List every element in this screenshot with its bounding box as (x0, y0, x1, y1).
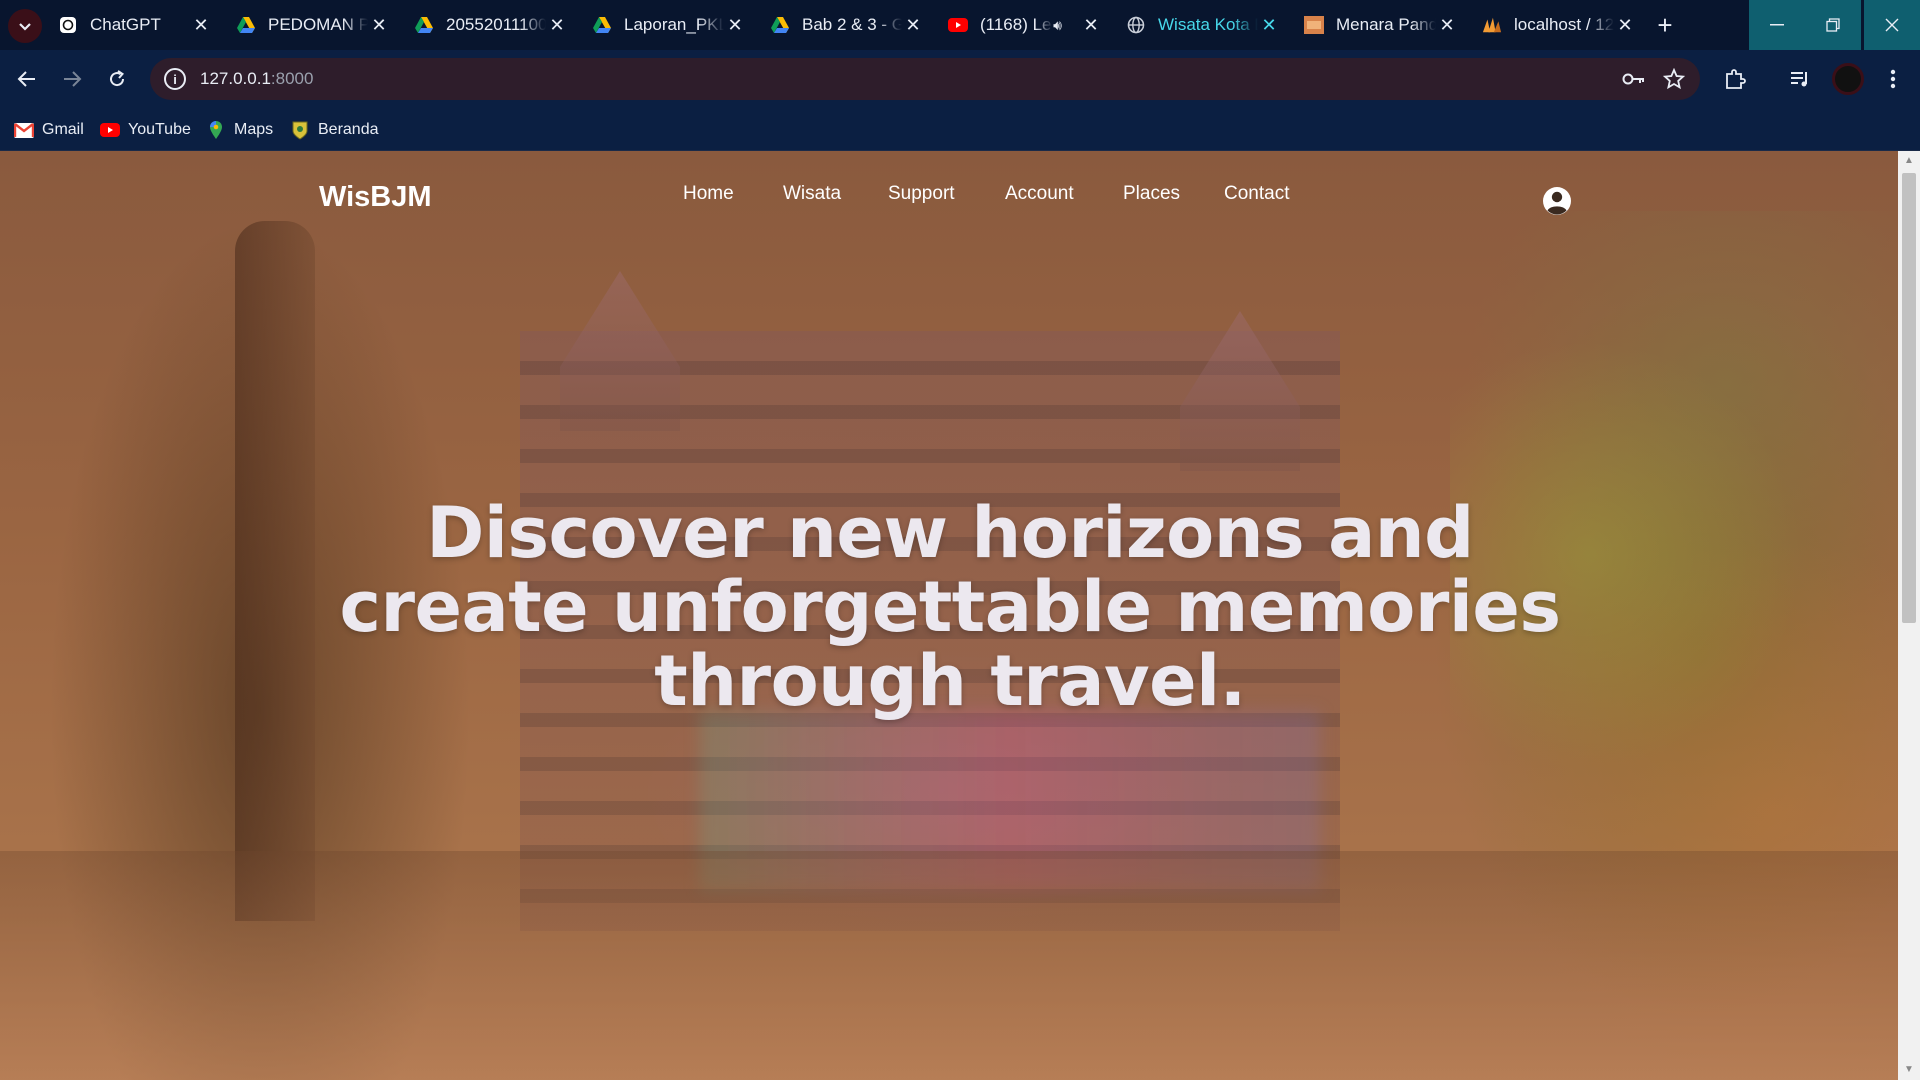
back-button[interactable] (10, 62, 44, 96)
page-scrollbar[interactable]: ▲ ▼ (1898, 151, 1920, 1080)
reload-icon (110, 70, 125, 87)
tab-wisata[interactable]: Wisata Kota E ✕ (1112, 6, 1290, 44)
close-icon[interactable]: ✕ (1436, 14, 1458, 36)
tab-drive-file[interactable]: 20552011100 ✕ (400, 6, 578, 44)
profile-avatar[interactable] (1832, 63, 1864, 95)
new-tab-button[interactable]: + (1650, 10, 1680, 40)
close-icon[interactable]: ✕ (190, 14, 212, 36)
tab-title: Wisata Kota E (1158, 15, 1258, 34)
restore-button[interactable] (1805, 0, 1861, 50)
site-info-icon[interactable]: i (164, 68, 186, 90)
site-logo[interactable]: WisBJM (319, 181, 432, 214)
tab-title: PEDOMAN PI (268, 15, 368, 34)
bookmark-label: Beranda (318, 121, 379, 138)
nav-account[interactable]: Account (1005, 183, 1074, 205)
tab-title: (1168) Le (980, 15, 1052, 34)
more-vertical-icon (1890, 69, 1896, 89)
url-port: :8000 (270, 69, 314, 88)
bookmark-maps[interactable]: Maps (206, 118, 273, 142)
close-icon (1885, 18, 1899, 32)
tab-bab[interactable]: Bab 2 & 3 - G ✕ (756, 6, 934, 44)
tab-youtube[interactable]: (1168) Le 🔊︎ ✕ (934, 6, 1112, 44)
close-window-button[interactable] (1864, 0, 1920, 50)
tab-search-button[interactable] (8, 9, 42, 43)
forward-button[interactable] (55, 62, 89, 96)
bookmark-star-icon[interactable] (1662, 67, 1686, 91)
arrow-right-icon (64, 71, 82, 87)
beranda-icon (290, 121, 310, 140)
bookmarks-bar: Gmail YouTube Maps Beranda (0, 108, 1920, 151)
page-viewport: WisBJM Home Wisata Support Account Place… (0, 151, 1898, 1080)
hero-bg-river (0, 851, 1898, 1080)
scroll-up-arrow-icon[interactable]: ▲ (1898, 155, 1920, 167)
close-icon[interactable]: ✕ (1080, 14, 1102, 36)
close-icon[interactable]: ✕ (368, 14, 390, 36)
address-url[interactable]: 127.0.0.1:8000 (200, 69, 313, 89)
nav-support[interactable]: Support (888, 183, 955, 205)
reload-button[interactable] (100, 62, 134, 96)
address-bar[interactable]: i 127.0.0.1:8000 (150, 58, 1700, 100)
close-icon[interactable]: ✕ (1614, 14, 1636, 36)
bookmark-gmail[interactable]: Gmail (14, 118, 84, 142)
minimize-button[interactable] (1749, 0, 1805, 50)
tab-title: 20552011100 (446, 15, 546, 34)
tab-title: Menara Pand (1336, 15, 1436, 34)
password-key-icon[interactable] (1622, 67, 1646, 91)
scrollbar-thumb[interactable] (1902, 173, 1916, 623)
tab-strip: ChatGPT ✕ PEDOMAN PI ✕ 20552011100 ✕ Lap… (0, 0, 1920, 50)
google-drive-icon (414, 15, 434, 35)
playlist-icon (1791, 72, 1807, 87)
puzzle-icon (1726, 69, 1746, 89)
globe-icon (1126, 15, 1146, 35)
google-drive-icon (592, 15, 612, 35)
nav-home[interactable]: Home (683, 183, 734, 205)
bookmark-beranda[interactable]: Beranda (290, 118, 379, 142)
chatgpt-icon (58, 15, 78, 35)
url-host: 127.0.0.1 (200, 69, 271, 88)
close-icon[interactable]: ✕ (546, 14, 568, 36)
nav-contact[interactable]: Contact (1224, 183, 1289, 205)
nav-places[interactable]: Places (1123, 183, 1180, 205)
user-circle-icon[interactable] (1542, 186, 1572, 216)
google-drive-icon (236, 15, 256, 35)
tab-title: Bab 2 & 3 - G (802, 15, 902, 34)
bookmark-label: Gmail (42, 121, 84, 138)
maps-icon (206, 121, 226, 139)
browser-menu-button[interactable] (1876, 62, 1910, 96)
extensions-button[interactable] (1718, 62, 1752, 96)
tab-localhost[interactable]: localhost / 12 ✕ (1468, 6, 1646, 44)
restore-icon (1826, 18, 1840, 32)
tab-chatgpt[interactable]: ChatGPT ✕ (44, 6, 222, 44)
bookmark-youtube[interactable]: YouTube (100, 118, 191, 142)
tab-pedoman[interactable]: PEDOMAN PI ✕ (222, 6, 400, 44)
arrow-left-icon (17, 71, 35, 87)
tab-title: Laporan_PKL (624, 15, 724, 34)
close-icon[interactable]: ✕ (902, 14, 924, 36)
youtube-icon (100, 121, 120, 139)
hero-title: Discover new horizons and create unforge… (339, 492, 1561, 722)
media-control-button[interactable] (1784, 62, 1818, 96)
chevron-down-icon (19, 23, 31, 31)
phpmyadmin-icon (1482, 15, 1502, 35)
google-drive-icon (770, 15, 790, 35)
scroll-down-arrow-icon[interactable]: ▼ (1898, 1064, 1920, 1076)
image-icon (1304, 15, 1324, 35)
gmail-icon (14, 121, 34, 139)
bookmark-label: YouTube (128, 121, 191, 138)
bookmark-label: Maps (234, 121, 274, 138)
tab-title: ChatGPT (90, 15, 161, 34)
tab-laporan[interactable]: Laporan_PKL ✕ (578, 6, 756, 44)
close-icon[interactable]: ✕ (1258, 14, 1280, 36)
browser-toolbar: i 127.0.0.1:8000 (0, 50, 1920, 108)
minimize-icon (1770, 24, 1784, 26)
nav-wisata[interactable]: Wisata (783, 183, 841, 205)
close-icon[interactable]: ✕ (724, 14, 746, 36)
speaker-icon[interactable]: 🔊︎ (1053, 17, 1062, 34)
youtube-icon (948, 15, 968, 35)
tab-menara[interactable]: Menara Pand ✕ (1290, 6, 1468, 44)
tab-title: localhost / 12 (1514, 15, 1614, 34)
